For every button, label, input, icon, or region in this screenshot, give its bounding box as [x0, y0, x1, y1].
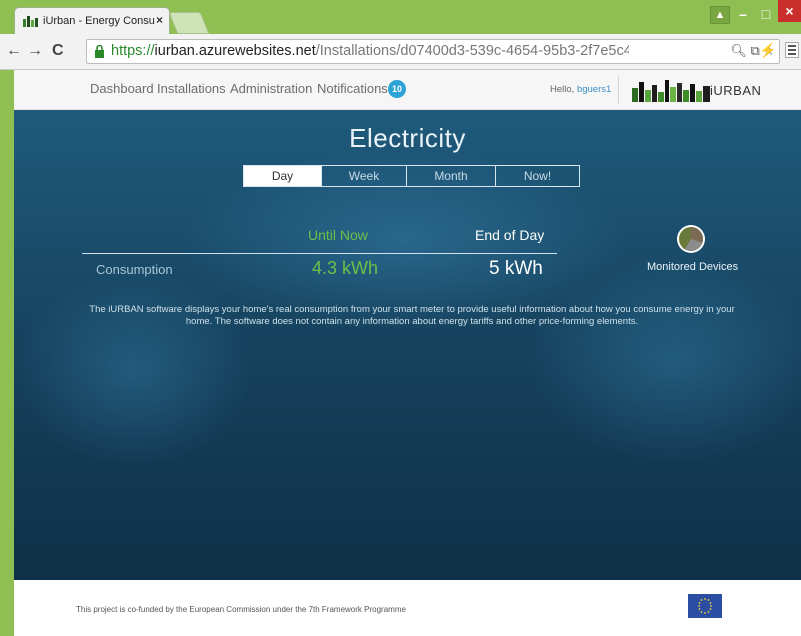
- info-text: The iURBAN software displays your home's…: [89, 304, 735, 327]
- end-of-day-header: End of Day: [475, 227, 545, 243]
- user-profile-icon[interactable]: ▲: [710, 6, 730, 24]
- close-window-button[interactable]: ×: [778, 0, 801, 22]
- browser-tab[interactable]: iUrban - Energy Consump ×: [14, 7, 170, 34]
- reload-button[interactable]: C: [52, 42, 64, 60]
- iurban-skyline-logo[interactable]: [632, 78, 710, 102]
- nav-notifications[interactable]: Notifications: [317, 81, 388, 96]
- notification-count-badge[interactable]: 10: [388, 80, 406, 98]
- footer-text: This project is co-funded by the Europea…: [76, 605, 406, 614]
- minimize-button[interactable]: –: [733, 4, 753, 24]
- consumption-label: Consumption: [96, 262, 173, 277]
- nav-administration[interactable]: Administration: [230, 81, 312, 96]
- until-now-header: Until Now: [308, 227, 368, 243]
- tab-day[interactable]: Day: [244, 166, 321, 186]
- browser-toolbar: ← → C https://iurban.azurewebsites.net/I…: [0, 34, 801, 70]
- tab-close-icon[interactable]: ×: [156, 13, 163, 27]
- back-button[interactable]: ←: [6, 42, 22, 60]
- extension-icon[interactable]: ⚡: [759, 42, 776, 59]
- nav-divider: [618, 76, 619, 104]
- nav-dashboard[interactable]: Dashboard: [90, 81, 154, 96]
- greeting: Hello, bguers1: [550, 84, 612, 95]
- url-text: https://iurban.azurewebsites.net/Install…: [111, 43, 629, 59]
- page-title: Electricity: [349, 123, 466, 153]
- nav-installations[interactable]: Installations: [157, 81, 226, 96]
- electricity-panel: Electricity Day Week Month Now! Until No…: [14, 110, 801, 580]
- footer: This project is co-funded by the Europea…: [14, 580, 801, 636]
- forward-button[interactable]: →: [27, 42, 43, 60]
- monitored-devices-pie-icon[interactable]: [676, 224, 706, 254]
- iurban-favicon-icon: [23, 16, 38, 27]
- browser-titlebar: iUrban - Energy Consump × ▲ – □ ×: [0, 0, 801, 34]
- address-bar[interactable]: https://iurban.azurewebsites.net/Install…: [86, 39, 780, 64]
- web-page: Dashboard Installations Administration N…: [14, 70, 801, 636]
- maximize-button[interactable]: □: [756, 4, 776, 24]
- consumption-until-now: 4.3 kWh: [312, 258, 379, 278]
- brand-name: iURBAN: [710, 83, 762, 98]
- zoom-icon[interactable]: 🔍︎: [730, 43, 747, 58]
- tab-title: iUrban - Energy Consump: [43, 15, 155, 27]
- lock-icon: [95, 44, 104, 58]
- tab-now[interactable]: Now!: [495, 166, 579, 186]
- top-navigation: Dashboard Installations Administration N…: [14, 70, 801, 110]
- monitored-devices-label[interactable]: Monitored Devices: [647, 261, 738, 273]
- username-link[interactable]: bguers1: [577, 84, 611, 95]
- period-tabs: Day Week Month Now!: [243, 165, 580, 187]
- tab-month[interactable]: Month: [406, 166, 495, 186]
- tab-week[interactable]: Week: [321, 166, 406, 186]
- chrome-menu-icon[interactable]: [785, 42, 799, 58]
- new-tab-button[interactable]: [168, 12, 210, 34]
- eu-flag-icon: [688, 594, 722, 618]
- table-divider: [82, 253, 557, 254]
- consumption-end-of-day: 5 kWh: [489, 258, 543, 279]
